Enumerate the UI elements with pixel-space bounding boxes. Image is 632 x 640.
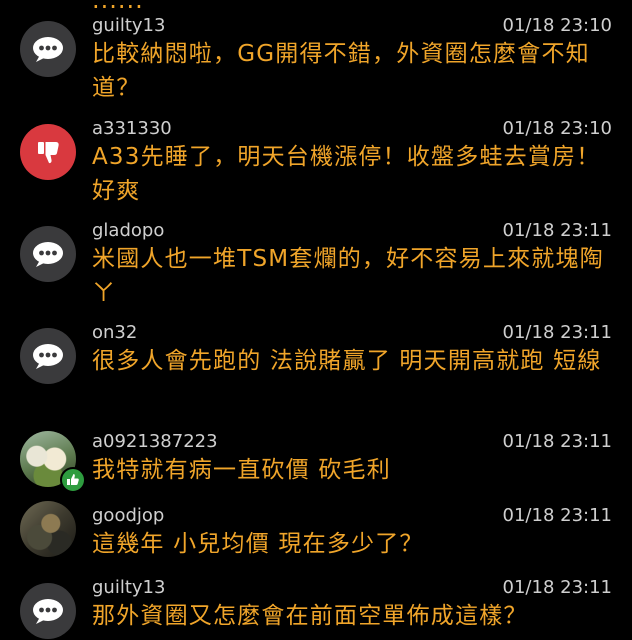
profile-photo xyxy=(20,501,76,557)
comment-item: on32 01/18 23:11 很多人會先跑的 法說賭贏了 明天開高就跑 短線 xyxy=(0,322,632,422)
comment-timestamp: 01/18 23:11 xyxy=(502,220,612,241)
comment-text: A33先睡了，明天台機漲停！收盤多蛙去賞房！好爽 xyxy=(92,144,601,204)
comment-timestamp: 01/18 23:10 xyxy=(502,15,612,36)
comment-feed[interactable]: ...... guilty13 01/18 23:10 比較納悶啦，GG開得不錯… xyxy=(0,0,632,640)
thumbs-down-icon xyxy=(38,142,59,164)
avatar[interactable] xyxy=(20,124,76,180)
comment-username[interactable]: guilty13 xyxy=(92,577,165,599)
comment-text: 米國人也一堆TSM套爛的，好不容易上來就塊陶ㄚ xyxy=(92,246,604,306)
comment-item: a331330 01/18 23:10 A33先睡了，明天台機漲停！收盤多蛙去賞… xyxy=(0,118,632,218)
comment-timestamp: 01/18 23:11 xyxy=(502,577,612,598)
chat-bubble-icon xyxy=(33,599,63,624)
chat-bubble-icon xyxy=(33,344,63,369)
comment-item: a0921387223 01/18 23:11 我特就有病一直砍價 砍毛利 xyxy=(0,431,632,501)
comment-item: guilty13 01/18 23:11 那外資圈又怎麼會在前面空單佈成這樣？ xyxy=(0,577,632,640)
avatar[interactable] xyxy=(20,583,76,639)
truncated-comment-text: ...... xyxy=(92,0,144,14)
chat-bubble-icon xyxy=(33,242,63,267)
comment-text: 這幾年 小兒均價 現在多少了？ xyxy=(92,531,424,557)
avatar[interactable] xyxy=(20,226,76,282)
comment-text: 我特就有病一直砍價 砍毛利 xyxy=(92,457,391,483)
comment-text: 很多人會先跑的 法說賭贏了 明天開高就跑 短線 xyxy=(92,348,602,374)
avatar[interactable] xyxy=(20,431,86,493)
comment-username[interactable]: goodjop xyxy=(92,505,164,527)
comment-username[interactable]: on32 xyxy=(92,322,137,344)
thumbs-up-icon xyxy=(67,474,79,485)
avatar[interactable] xyxy=(20,21,76,77)
comment-username[interactable]: a331330 xyxy=(92,118,172,140)
avatar[interactable] xyxy=(20,328,76,384)
comment-item: gladopo 01/18 23:11 米國人也一堆TSM套爛的，好不容易上來就… xyxy=(0,220,632,320)
comment-username[interactable]: gladopo xyxy=(92,220,164,242)
comment-timestamp: 01/18 23:11 xyxy=(502,505,612,526)
comment-text: 比較納悶啦，GG開得不錯，外資圈怎麼會不知道？ xyxy=(92,41,590,101)
comment-username[interactable]: guilty13 xyxy=(92,15,165,37)
comment-item: goodjop 01/18 23:11 這幾年 小兒均價 現在多少了？ xyxy=(0,501,632,575)
comment-timestamp: 01/18 23:11 xyxy=(502,322,612,343)
comment-username[interactable]: a0921387223 xyxy=(92,431,218,453)
comment-timestamp: 01/18 23:10 xyxy=(502,118,612,139)
comment-text: 那外資圈又怎麼會在前面空單佈成這樣？ xyxy=(92,603,528,629)
comment-timestamp: 01/18 23:11 xyxy=(502,431,612,452)
chat-bubble-icon xyxy=(33,37,63,62)
comment-item: guilty13 01/18 23:10 比較納悶啦，GG開得不錯，外資圈怎麼會… xyxy=(0,15,632,115)
like-badge xyxy=(60,467,86,493)
avatar[interactable] xyxy=(20,501,76,557)
